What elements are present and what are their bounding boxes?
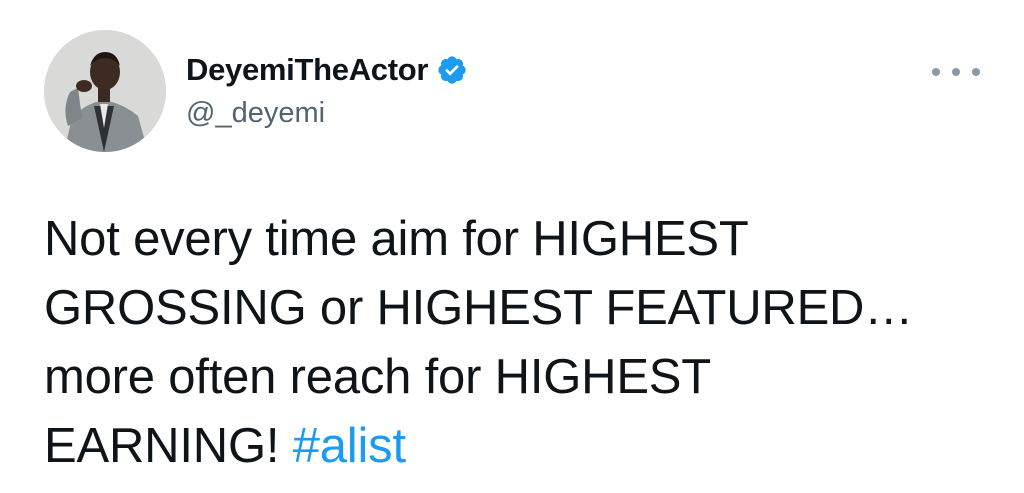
tweet-text-line: GROSSING or HIGHEST FEATURED… bbox=[44, 281, 914, 335]
verified-badge-icon bbox=[436, 54, 468, 86]
author-name-row[interactable]: DeyemiTheActor bbox=[186, 50, 468, 90]
hashtag-link[interactable]: #alist bbox=[293, 419, 406, 473]
more-dot bbox=[972, 68, 980, 76]
more-dot bbox=[932, 68, 940, 76]
author-display-name[interactable]: DeyemiTheActor bbox=[186, 52, 428, 88]
tweet-card: DeyemiTheActor @_deyemi Not every time a… bbox=[0, 0, 1024, 493]
tweet-text-line: Not every time aim for HIGHEST bbox=[44, 212, 749, 266]
tweet-text: Not every time aim for HIGHEST GROSSING … bbox=[44, 205, 1004, 481]
author-handle[interactable]: @_deyemi bbox=[186, 97, 325, 130]
more-dot bbox=[952, 68, 960, 76]
tweet-text-line-last: EARNING! #alist bbox=[44, 412, 1004, 481]
more-options-icon[interactable] bbox=[932, 58, 980, 86]
tweet-text-line: more often reach for HIGHEST bbox=[44, 350, 712, 404]
tweet-text-segment: EARNING! bbox=[44, 419, 293, 473]
avatar-photo-icon bbox=[44, 30, 166, 152]
avatar[interactable] bbox=[44, 30, 166, 152]
